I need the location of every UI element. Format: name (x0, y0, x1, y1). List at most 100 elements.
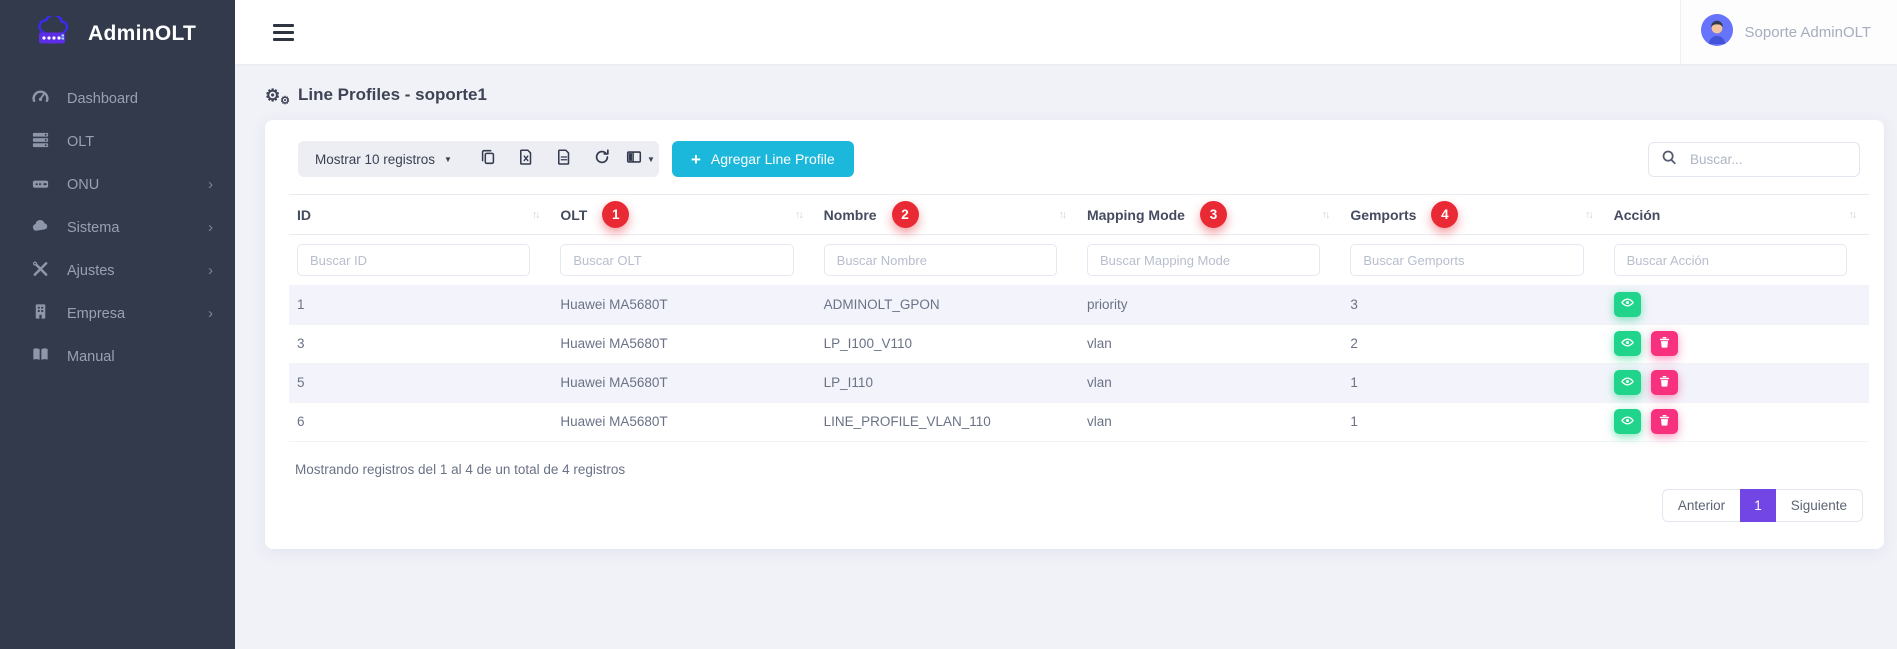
add-line-profile-button[interactable]: + Agregar Line Profile (672, 141, 854, 177)
brand-logo[interactable]: AdminOLT (0, 0, 235, 65)
export-excel-button[interactable] (507, 141, 545, 177)
cell-actions (1606, 324, 1869, 363)
cell-id: 5 (289, 363, 552, 402)
building-icon (31, 302, 50, 325)
cell-id: 6 (289, 402, 552, 441)
search-input[interactable] (1688, 151, 1847, 168)
cell-olt: Huawei MA5680T (552, 363, 815, 402)
cell-id: 1 (289, 285, 552, 324)
view-button[interactable] (1614, 292, 1641, 317)
page-title-text: Line Profiles - soporte1 (298, 85, 487, 105)
sidebar: AdminOLT Dashboard OLT ONU › (0, 0, 235, 649)
export-file-button[interactable] (545, 141, 583, 177)
table-row: 6 Huawei MA5680T LINE_PROFILE_VLAN_110 v… (289, 402, 1869, 441)
sort-icon[interactable]: ↑↓ (1322, 209, 1335, 221)
table-filter-row (289, 235, 1869, 286)
column-visibility-button[interactable]: ▼ (621, 141, 659, 177)
refresh-button[interactable] (583, 141, 621, 177)
column-header-accion[interactable]: Acción ↑↓ (1606, 195, 1869, 235)
sort-icon[interactable]: ↑↓ (1585, 209, 1598, 221)
view-button[interactable] (1614, 331, 1641, 356)
sort-icon[interactable]: ↑↓ (1849, 209, 1862, 221)
cell-mapping-mode: vlan (1079, 402, 1342, 441)
user-menu[interactable]: Soporte AdminOLT (1680, 0, 1897, 64)
sort-icon[interactable]: ↑↓ (1058, 209, 1071, 221)
cell-mapping-mode: vlan (1079, 363, 1342, 402)
column-header-id[interactable]: ID ↑↓ (289, 195, 552, 235)
column-header-nombre[interactable]: Nombre 2 ↑↓ (816, 195, 1079, 235)
main-area: Soporte AdminOLT ⚙⚙ Line Profiles - sopo… (235, 0, 1897, 649)
sidebar-item-manual[interactable]: Manual (0, 335, 235, 378)
trash-icon (1659, 375, 1670, 390)
cell-olt: Huawei MA5680T (552, 285, 815, 324)
pagination-next-button[interactable]: Siguiente (1776, 489, 1863, 522)
sidebar-item-sistema[interactable]: Sistema › (0, 206, 235, 249)
copy-icon (479, 148, 497, 171)
sidebar-item-dashboard[interactable]: Dashboard (0, 77, 235, 120)
view-button[interactable] (1614, 370, 1641, 395)
sidebar-item-label: Empresa (67, 306, 125, 322)
page-content: ⚙⚙ Line Profiles - soporte1 Mostrar 10 r… (235, 64, 1897, 649)
pagination: Anterior 1 Siguiente (1662, 489, 1863, 522)
filter-nombre-input[interactable] (824, 244, 1057, 276)
table-toolbar-group: Mostrar 10 registros ▼ (298, 141, 659, 177)
annotation-badge-1: 1 (602, 201, 629, 228)
line-profiles-table: ID ↑↓ OLT 1 ↑↓ Nombre 2 ↑↓ (289, 194, 1869, 442)
sidebar-item-label: OLT (67, 134, 94, 150)
eye-icon (1621, 375, 1634, 391)
records-info: Mostrando registros del 1 al 4 de un tot… (295, 462, 1863, 477)
user-name: Soporte AdminOLT (1745, 24, 1871, 41)
eye-icon (1621, 414, 1634, 430)
pagination-page-1[interactable]: 1 (1740, 489, 1776, 522)
columns-icon (625, 148, 643, 171)
caret-down-icon: ▼ (444, 155, 452, 164)
chevron-right-icon: › (208, 220, 213, 235)
sidebar-item-onu[interactable]: ONU › (0, 163, 235, 206)
delete-button[interactable] (1651, 370, 1678, 395)
sidebar-item-label: Ajustes (67, 263, 115, 279)
sidebar-item-ajustes[interactable]: Ajustes › (0, 249, 235, 292)
column-header-olt[interactable]: OLT 1 ↑↓ (552, 195, 815, 235)
cell-mapping-mode: priority (1079, 285, 1342, 324)
filter-gemports-input[interactable] (1350, 244, 1583, 276)
table-header-row: ID ↑↓ OLT 1 ↑↓ Nombre 2 ↑↓ (289, 195, 1869, 235)
pagination-prev-button[interactable]: Anterior (1662, 489, 1740, 522)
cell-olt: Huawei MA5680T (552, 402, 815, 441)
caret-down-icon: ▼ (647, 155, 655, 164)
copy-button[interactable] (469, 141, 507, 177)
column-header-gemports[interactable]: Gemports 4 ↑↓ (1342, 195, 1605, 235)
column-header-mapping-mode[interactable]: Mapping Mode 3 ↑↓ (1079, 195, 1342, 235)
view-button[interactable] (1614, 409, 1641, 434)
cell-actions (1606, 402, 1869, 441)
show-entries-dropdown[interactable]: Mostrar 10 registros ▼ (298, 141, 469, 177)
hamburger-menu-icon[interactable] (273, 24, 294, 41)
sidebar-menu: Dashboard OLT ONU › Sistema › (0, 77, 235, 378)
filter-olt-input[interactable] (560, 244, 793, 276)
show-entries-label: Mostrar 10 registros (315, 152, 435, 167)
cell-olt: Huawei MA5680T (552, 324, 815, 363)
cell-gemports: 2 (1342, 324, 1605, 363)
filter-id-input[interactable] (297, 244, 530, 276)
sort-icon[interactable]: ↑↓ (532, 209, 545, 221)
brand-name: AdminOLT (88, 22, 196, 46)
sidebar-item-label: Manual (67, 349, 115, 365)
user-avatar (1701, 14, 1733, 51)
book-icon (31, 345, 50, 368)
sidebar-item-olt[interactable]: OLT (0, 120, 235, 163)
filter-mapping-mode-input[interactable] (1087, 244, 1320, 276)
sidebar-item-empresa[interactable]: Empresa › (0, 292, 235, 335)
olt-icon (31, 130, 50, 153)
cell-mapping-mode: vlan (1079, 324, 1342, 363)
annotation-badge-4: 4 (1431, 201, 1458, 228)
delete-button[interactable] (1651, 331, 1678, 356)
annotation-badge-2: 2 (892, 201, 919, 228)
filter-accion-input[interactable] (1614, 244, 1847, 276)
onu-icon (31, 173, 50, 196)
chevron-right-icon: › (208, 177, 213, 192)
delete-button[interactable] (1651, 409, 1678, 434)
cell-gemports: 1 (1342, 402, 1605, 441)
cell-nombre: ADMINOLT_GPON (816, 285, 1079, 324)
annotation-badge-3: 3 (1200, 201, 1227, 228)
chevron-right-icon: › (208, 263, 213, 278)
sort-icon[interactable]: ↑↓ (795, 209, 808, 221)
